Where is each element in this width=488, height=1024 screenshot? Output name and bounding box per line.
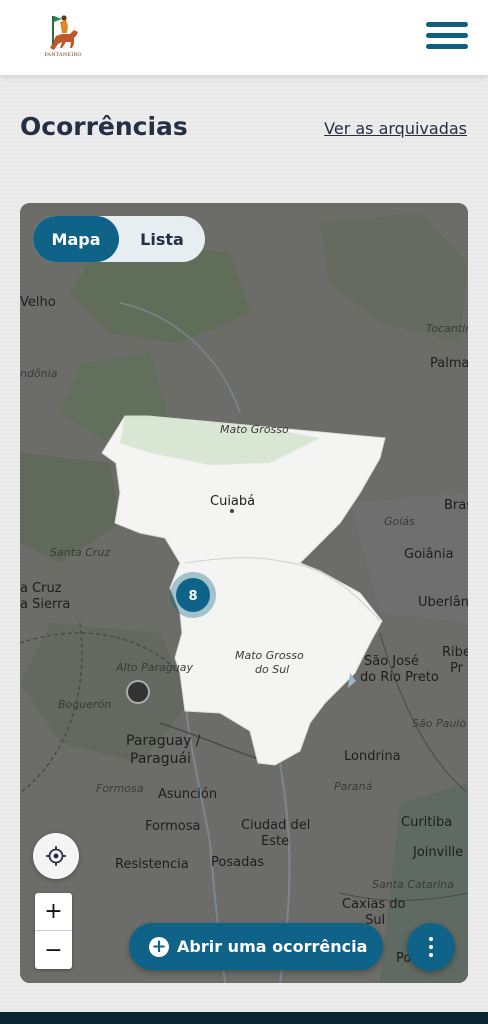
locate-button[interactable]	[33, 833, 79, 879]
crosshair-icon	[46, 846, 66, 866]
map-label: Paraguay /	[126, 733, 201, 749]
map-label: Asunción	[158, 787, 217, 802]
map-label: Joinville	[412, 845, 463, 860]
view-toggle[interactable]: Mapa Lista	[33, 216, 205, 262]
map-label: Posadas	[211, 855, 264, 870]
map-container[interactable]: Velho ndônia Tocantin Palma Mato Grosso …	[20, 203, 468, 983]
map-label: do Rio Preto	[360, 670, 439, 685]
more-vertical-dot	[429, 953, 433, 957]
archived-link[interactable]: Ver as arquivadas	[324, 119, 467, 138]
map-label: Boquerón	[58, 698, 111, 711]
map-label: Formosa	[96, 782, 144, 795]
map-label: Goiânia	[404, 547, 453, 562]
map-label: Alto Paraguay	[115, 661, 193, 674]
page-title: Ocorrências	[20, 112, 188, 141]
location-marker[interactable]	[128, 682, 148, 702]
city-dot	[230, 509, 234, 513]
map-label: do Sul	[255, 663, 289, 676]
map-label: Pr	[450, 661, 464, 676]
map-label: Bras	[444, 498, 468, 513]
map-canvas[interactable]: Velho ndônia Tocantin Palma Mato Grosso …	[20, 203, 468, 983]
map-label: Ribe	[442, 645, 468, 660]
map-label: Paraná	[334, 780, 373, 793]
map-label: ndônia	[20, 367, 58, 380]
map-label: Ciudad del	[241, 818, 310, 833]
open-occurrence-button[interactable]: + Abrir uma ocorrência	[129, 923, 383, 970]
map-label: Resistencia	[115, 857, 189, 872]
map-label: Cuiabá	[210, 494, 255, 509]
menu-button[interactable]	[424, 18, 470, 56]
map-label: Palma	[430, 356, 468, 371]
zoom-in-button[interactable]: +	[35, 893, 72, 931]
zoom-control: + −	[35, 893, 72, 969]
map-label: Curitiba	[401, 815, 452, 830]
cluster-count: 8	[188, 589, 197, 604]
map-label: Paraguái	[130, 751, 191, 767]
map-label: a Cruz	[20, 581, 62, 596]
map-label: Mato Grosso	[235, 649, 304, 662]
map-label: a Sierra	[20, 597, 70, 612]
horse-rider-logo-icon	[50, 15, 78, 50]
page-footer	[0, 1012, 488, 1024]
hamburger-line	[426, 44, 468, 49]
open-occurrence-label: Abrir uma ocorrência	[177, 937, 368, 956]
map-label: Santa Cruz	[50, 546, 110, 559]
app-header: PANTANEIRO	[0, 0, 488, 75]
map-label: Formosa	[145, 819, 200, 834]
map-label: Caxias do	[342, 897, 405, 912]
map-label: Mato Grosso	[220, 423, 289, 436]
tab-map[interactable]: Mapa	[33, 216, 119, 262]
more-options-button[interactable]	[407, 923, 455, 971]
logo-text: PANTANEIRO	[44, 52, 82, 58]
map-label: Goiás	[384, 515, 415, 528]
map-label: São José	[364, 654, 419, 669]
map-label: Santa Catarina	[372, 878, 454, 891]
plus-circle-icon: +	[149, 936, 169, 957]
map-label: Londrina	[344, 749, 401, 764]
map-label: Este	[261, 834, 289, 849]
map-label: Tocantin	[426, 322, 468, 335]
hamburger-line	[426, 33, 468, 38]
brand-logo[interactable]: PANTANEIRO	[40, 14, 86, 62]
more-vertical-dot	[429, 945, 433, 949]
hamburger-icon	[426, 22, 468, 27]
map-label: Velho	[20, 295, 56, 310]
map-label: Uberlân	[418, 595, 468, 610]
zoom-out-button[interactable]: −	[35, 931, 72, 969]
more-vertical-icon	[429, 937, 433, 941]
tab-list[interactable]: Lista	[119, 216, 205, 262]
map-label: São Paulo	[412, 717, 466, 730]
